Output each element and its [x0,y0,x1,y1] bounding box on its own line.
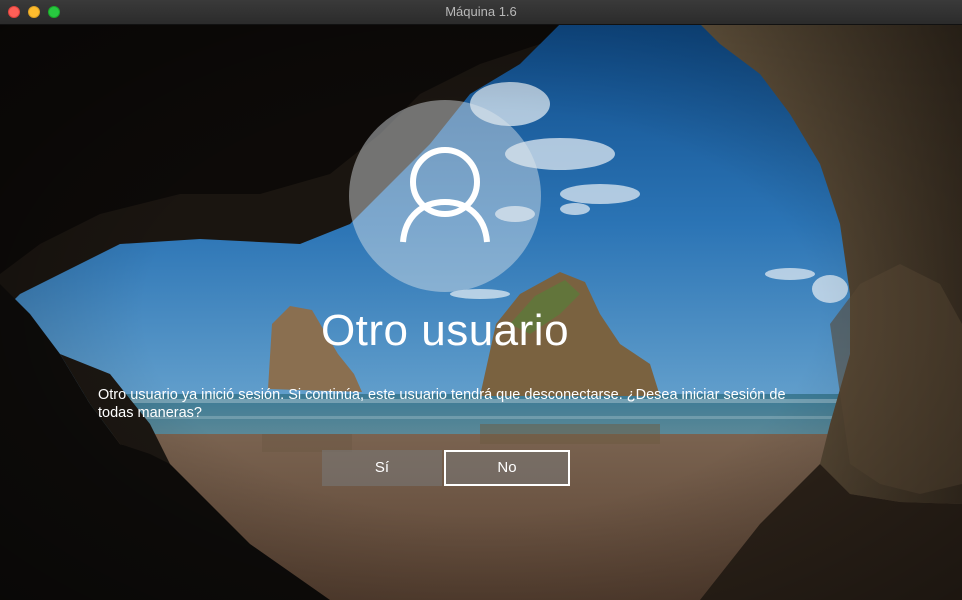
title-bar: Máquina 1.6 [0,0,962,25]
user-name: Otro usuario [320,306,570,355]
session-warning-message: Otro usuario ya inició sesión. Si contin… [98,387,786,421]
vm-window: Máquina 1.6 Otro usuario Otro usuario ya… [0,0,962,600]
user-silhouette-icon [400,147,490,243]
window-title: Máquina 1.6 [445,4,517,19]
user-avatar [349,100,541,292]
no-button[interactable]: No [444,450,570,486]
yes-button[interactable]: Sí [322,450,442,486]
